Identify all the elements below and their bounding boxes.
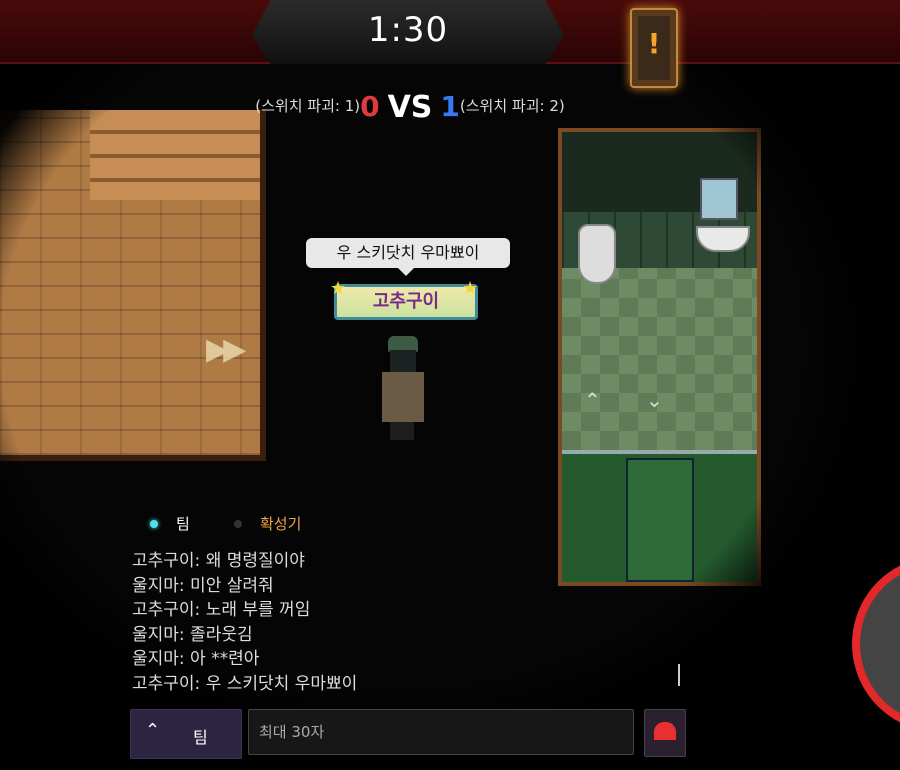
mirror: [700, 178, 738, 220]
match-timer: 1:30: [367, 10, 449, 50]
chevron-up-icon: ⌃: [145, 720, 161, 741]
channel-label: 팀: [176, 515, 190, 533]
game-view: { "timer": "1:30", "alert_card_icon": "e…: [0, 0, 900, 770]
chat-message: 고추구이: 왜 명령질이야: [132, 551, 305, 571]
exclamation-card-icon: !: [638, 16, 670, 80]
red-switch-label: (스위치 파괴: 1): [255, 97, 361, 115]
team-button-label: 팀: [193, 728, 208, 747]
chat-log: 고추구이: 왜 명령질이야 울지마: 미안 살려줘 고추구이: 노래 부를 꺼임…: [132, 549, 672, 697]
blue-switch-label: (스위치 파괴: 2): [459, 97, 565, 115]
siren-icon: [654, 722, 676, 740]
fast-forward-icon[interactable]: ▶▶: [206, 332, 246, 367]
chat-message: 고추구이: 우 스키닷치 우마뾰이: [132, 673, 358, 694]
chat-message: 울지마: 졸라웃김: [132, 624, 253, 645]
chat-message: 고추구이: 노래 부를 꺼임: [132, 600, 311, 621]
wooden-room: [0, 110, 266, 461]
down-arrow-icon[interactable]: ⌄: [646, 388, 663, 412]
chat-message: 울지마: 아 **련아: [132, 649, 260, 670]
channel-label: 확성기: [260, 515, 302, 533]
player-character: [372, 336, 432, 442]
vs-label: VS: [387, 90, 433, 125]
player-nameplate: 고추구이: [334, 284, 478, 320]
action-button[interactable]: [852, 556, 900, 732]
active-dot-icon: [150, 520, 158, 528]
chat-channel-team[interactable]: 팀: [150, 513, 190, 534]
player-legs: [390, 422, 414, 440]
star-icon: ★: [330, 278, 347, 299]
chat-scrollbar[interactable]: [678, 664, 680, 686]
chat-input[interactable]: [248, 709, 634, 755]
up-arrow-icon[interactable]: ⌃: [584, 388, 601, 412]
speech-bubble: 우 스키닷치 우마뾰이: [306, 238, 510, 276]
player-head: [390, 350, 416, 372]
inactive-dot-icon: [234, 520, 242, 528]
scoreboard: (스위치 파괴: 1)0 VS 1(스위치 파괴: 2): [0, 90, 820, 125]
star-icon: ★: [462, 278, 479, 299]
chat-message: 울지마: 미안 살려줘: [132, 575, 274, 596]
siren-button[interactable]: [644, 709, 686, 757]
blue-score: 1: [440, 90, 460, 123]
player-coat: [382, 372, 424, 422]
red-score: 0: [360, 90, 380, 123]
chat-channel-megaphone[interactable]: 확성기: [234, 513, 301, 534]
team-channel-button[interactable]: ⌃ 팀: [130, 709, 242, 759]
alert-card-button[interactable]: !: [630, 8, 678, 88]
urinal: [578, 224, 616, 284]
restroom: [558, 128, 761, 586]
